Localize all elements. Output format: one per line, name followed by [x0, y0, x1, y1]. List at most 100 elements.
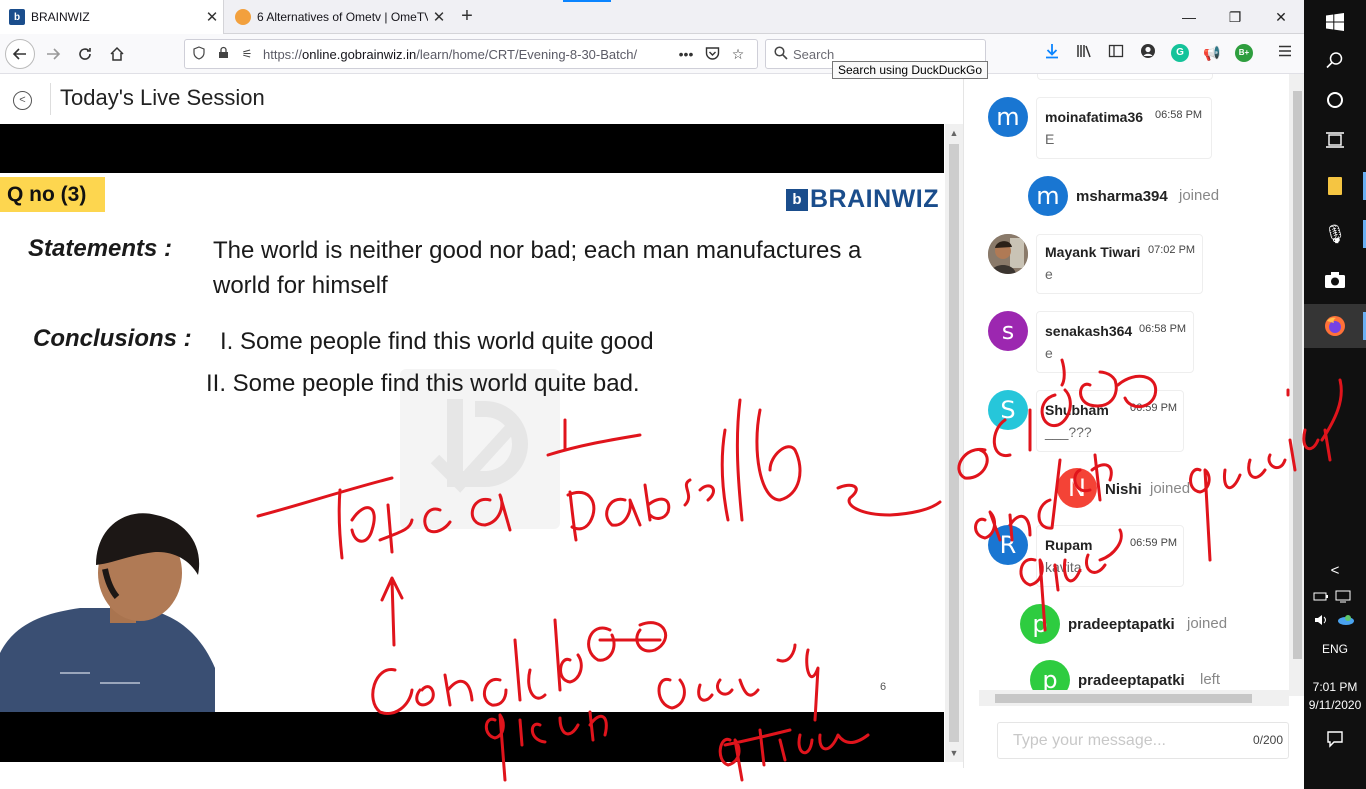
page-scrollbar[interactable]: ▲ ▼: [945, 124, 963, 762]
pocket-icon[interactable]: [699, 46, 725, 63]
message-bubble: [1036, 525, 1184, 587]
clock-date[interactable]: 9/11/2020: [1304, 698, 1366, 712]
restore-button[interactable]: ❐: [1212, 0, 1258, 34]
back-button[interactable]: [5, 39, 35, 69]
account-icon[interactable]: [1138, 43, 1158, 63]
user-avatar: S: [988, 390, 1028, 430]
bookmark-star-icon[interactable]: ☆: [725, 46, 751, 63]
search-taskbar-button[interactable]: [1304, 38, 1366, 82]
message-username: Shubham: [1045, 402, 1109, 418]
chat-scroll-thumb[interactable]: [1293, 91, 1302, 659]
firefox-icon: [1325, 316, 1345, 336]
library-icon[interactable]: [1074, 43, 1094, 63]
conclusions-label: Conclusions :: [33, 325, 192, 352]
url-text[interactable]: https://online.gobrainwiz.in/learn/home/…: [263, 47, 673, 62]
previous-message-bubble: [1037, 74, 1213, 80]
join-username: msharma394: [1076, 188, 1168, 205]
header-divider: [50, 83, 51, 115]
scroll-down-icon[interactable]: ▼: [945, 748, 963, 758]
megaphone-icon[interactable]: 📢: [1202, 43, 1222, 63]
show-hidden-icons-chevron-icon[interactable]: <: [1304, 562, 1366, 579]
join-status: joined: [1179, 187, 1220, 204]
search-icon: [1326, 52, 1343, 69]
arrow-left-icon: [12, 48, 26, 60]
address-bar[interactable]: ⚟ https://online.gobrainwiz.in/learn/hom…: [184, 39, 758, 69]
tab-brainwiz[interactable]: b BRAINWIZ ✕: [0, 0, 224, 34]
tab-close-icon[interactable]: ✕: [428, 8, 450, 26]
conclusion-one: I. Some people find this world quite goo…: [220, 328, 654, 355]
volume-onedrive-icons[interactable]: [1304, 612, 1366, 630]
tab-ometv[interactable]: 6 Alternatives of Ometv | OmeTV ✕: [226, 0, 450, 34]
message-text: e: [1045, 266, 1053, 282]
scroll-up-icon[interactable]: ▲: [945, 128, 963, 138]
message-time: 06:59 PM: [1130, 402, 1178, 414]
page-actions-icon[interactable]: •••: [673, 46, 699, 62]
chat-input-box: 0/200: [997, 722, 1289, 759]
clock-time[interactable]: 7:01 PM: [1304, 680, 1366, 694]
chat-horizontal-scrollbar[interactable]: [979, 690, 1289, 706]
join-status: joined: [1187, 615, 1228, 632]
user-avatar: R: [988, 525, 1028, 565]
hamburger-menu-icon[interactable]: [1275, 43, 1295, 63]
statements-label: Statements :: [28, 235, 173, 262]
reload-button[interactable]: [70, 39, 100, 69]
tab-close-icon[interactable]: ✕: [201, 8, 223, 26]
language-indicator[interactable]: ENG: [1304, 642, 1366, 656]
message-time: 06:58 PM: [1155, 109, 1203, 121]
home-button[interactable]: [102, 39, 132, 69]
message-text: kavita: [1045, 559, 1082, 575]
volume-icon: [1315, 615, 1354, 625]
sidebar-icon[interactable]: [1106, 43, 1126, 63]
chat-hscroll-thumb[interactable]: [995, 694, 1252, 703]
cortana-circle-icon: [1327, 92, 1343, 108]
system-tray-icons[interactable]: [1304, 588, 1366, 606]
message-bubble: [1036, 311, 1194, 373]
window-close-button[interactable]: ✕: [1258, 0, 1304, 34]
message-text: E: [1045, 131, 1055, 147]
message-time: 06:59 PM: [1130, 537, 1178, 549]
task-view-icon: [1326, 132, 1344, 148]
chat-message-input[interactable]: [998, 723, 1238, 758]
user-avatar: s: [988, 311, 1028, 351]
action-center-icon[interactable]: [1304, 730, 1366, 751]
cortana-button[interactable]: [1304, 78, 1366, 122]
user-avatar: m: [988, 97, 1028, 137]
message-bubble: [1036, 390, 1184, 452]
chat-scrollbar[interactable]: [1289, 74, 1305, 696]
grammarly-icon[interactable]: G: [1171, 44, 1189, 62]
join-username: pradeeptapatki: [1068, 616, 1175, 633]
windows-logo-icon: [1326, 13, 1344, 31]
slide-page-number: 6: [880, 681, 887, 693]
search-placeholder: Search: [793, 46, 835, 62]
back-circle-icon[interactable]: <: [13, 91, 32, 110]
tab-title: 6 Alternatives of Ometv | OmeTV: [257, 10, 428, 24]
reload-icon: [79, 48, 91, 60]
live-video-player[interactable]: Q no (3) b BRAINWIZ Statements : The wor…: [0, 124, 944, 762]
navigation-toolbar: ⚟ https://online.gobrainwiz.in/learn/hom…: [0, 34, 1304, 74]
camera-app-button[interactable]: [1304, 258, 1366, 302]
ometv-favicon-icon: [235, 9, 251, 25]
page-title: Today's Live Session: [60, 85, 265, 110]
tab-title: BRAINWIZ: [31, 10, 90, 24]
downloads-icon[interactable]: [1042, 43, 1062, 63]
minimize-button[interactable]: —: [1166, 0, 1212, 34]
message-bubble: [1036, 97, 1212, 159]
tab-strip: b BRAINWIZ ✕ 6 Alternatives of Ometv | O…: [0, 0, 1304, 34]
chat-message-list[interactable]: m moinafatima36 06:58 PM E m msharma394 …: [979, 74, 1252, 696]
forward-button[interactable]: [38, 39, 68, 69]
lock-icon[interactable]: [213, 46, 233, 62]
message-username: senakash364: [1045, 323, 1133, 339]
join-status: joined: [1150, 480, 1191, 497]
file-explorer-button[interactable]: [1304, 164, 1366, 208]
extension-bplus-icon[interactable]: B+: [1235, 44, 1253, 62]
user-avatar: m: [1028, 176, 1068, 216]
message-bubble: [1036, 234, 1203, 294]
search-icon: [769, 45, 793, 63]
task-view-button[interactable]: [1304, 118, 1366, 162]
permissions-icon[interactable]: ⚟: [237, 47, 257, 61]
voice-recorder-button[interactable]: 🎙: [1304, 212, 1366, 256]
page-scroll-thumb[interactable]: [949, 144, 959, 742]
new-tab-button[interactable]: +: [456, 5, 478, 27]
firefox-taskbar-button[interactable]: [1304, 304, 1366, 348]
shield-icon[interactable]: [189, 45, 209, 63]
